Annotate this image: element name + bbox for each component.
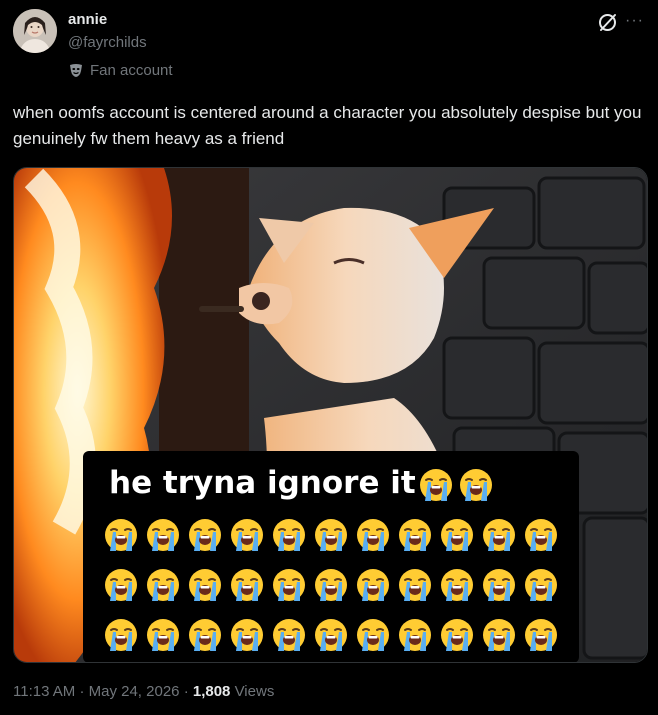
loudly-crying-face-icon <box>229 617 265 653</box>
loudly-crying-face-icon <box>439 617 475 653</box>
tweet-date[interactable]: May 24, 2026 <box>89 683 180 700</box>
loudly-crying-face-icon <box>523 617 559 653</box>
loudly-crying-face-icon <box>418 467 454 503</box>
loudly-crying-face-icon <box>355 567 391 603</box>
loudly-crying-face-icon <box>271 517 307 553</box>
loudly-crying-face-icon <box>271 567 307 603</box>
loudly-crying-face-icon <box>523 517 559 553</box>
emoji-grid <box>103 517 561 655</box>
loudly-crying-face-icon <box>313 567 349 603</box>
loudly-crying-face-icon <box>481 617 517 653</box>
affiliation-label: Fan account <box>90 61 173 79</box>
loudly-crying-face-icon <box>397 517 433 553</box>
loudly-crying-face-icon <box>313 517 349 553</box>
views-label: Views <box>234 683 275 700</box>
loudly-crying-face-icon <box>145 567 181 603</box>
loudly-crying-face-icon <box>355 617 391 653</box>
views-count[interactable]: 1,808 <box>193 683 231 700</box>
loudly-crying-face-icon <box>313 617 349 653</box>
avatar[interactable] <box>13 9 57 53</box>
loudly-crying-face-icon <box>397 617 433 653</box>
tweet-time[interactable]: 11:13 AM <box>13 683 75 700</box>
inline-emoji-group <box>418 467 494 503</box>
meme-caption-text: he tryna ignore it <box>109 465 416 501</box>
tweet-media[interactable]: he tryna ignore it <box>13 167 648 663</box>
loudly-crying-face-icon <box>481 517 517 553</box>
affiliation-badge: Fan account <box>68 60 173 80</box>
loudly-crying-face-icon <box>229 567 265 603</box>
loudly-crying-face-icon <box>355 517 391 553</box>
theater-mask-icon <box>68 62 84 78</box>
meme-caption: he tryna ignore it <box>109 463 494 503</box>
loudly-crying-face-icon <box>439 567 475 603</box>
loudly-crying-face-icon <box>397 567 433 603</box>
loudly-crying-face-icon <box>145 617 181 653</box>
tweet: annie @fayrchilds Fan account ··· when o… <box>0 0 658 715</box>
more-options-icon[interactable]: ··· <box>625 13 645 29</box>
meme-caption-box: he tryna ignore it <box>83 451 579 662</box>
handle[interactable]: @fayrchilds <box>68 34 147 52</box>
loudly-crying-face-icon <box>103 617 139 653</box>
loudly-crying-face-icon <box>523 567 559 603</box>
loudly-crying-face-icon <box>187 517 223 553</box>
loudly-crying-face-icon <box>439 517 475 553</box>
loudly-crying-face-icon <box>271 617 307 653</box>
loudly-crying-face-icon <box>187 567 223 603</box>
loudly-crying-face-icon <box>458 467 494 503</box>
tweet-text: when oomfs account is centered around a … <box>13 103 642 148</box>
loudly-crying-face-icon <box>103 567 139 603</box>
loudly-crying-face-icon <box>229 517 265 553</box>
tweet-meta: 11:13 AM · May 24, 2026 · 1,808 Views <box>13 682 274 702</box>
meta-separator: · <box>79 683 85 700</box>
grok-icon[interactable] <box>597 11 619 33</box>
loudly-crying-face-icon <box>187 617 223 653</box>
display-name[interactable]: annie <box>68 11 107 29</box>
loudly-crying-face-icon <box>103 517 139 553</box>
loudly-crying-face-icon <box>145 517 181 553</box>
meta-separator-2: · <box>183 683 189 700</box>
loudly-crying-face-icon <box>481 567 517 603</box>
